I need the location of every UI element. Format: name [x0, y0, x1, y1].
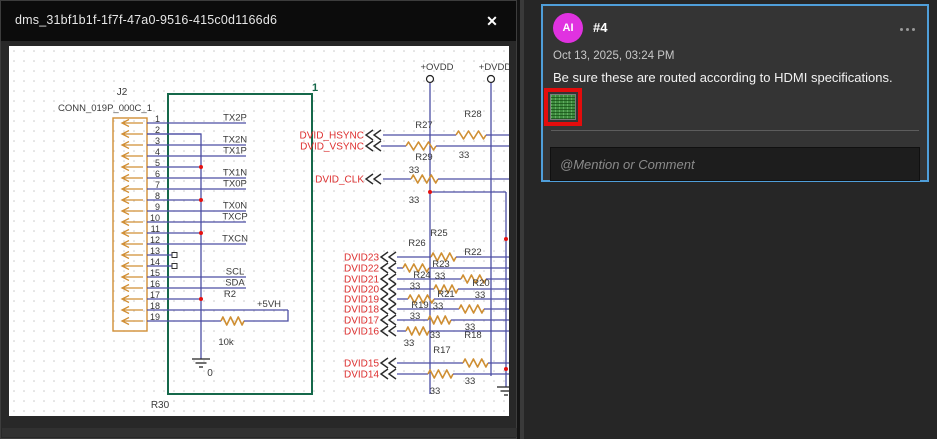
- svg-text:33: 33: [433, 301, 444, 312]
- svg-text:CONN_019P_000C_1: CONN_019P_000C_1: [58, 103, 152, 114]
- svg-text:+5VH: +5VH: [257, 299, 281, 310]
- svg-text:R24: R24: [413, 270, 430, 281]
- svg-text:SDA: SDA: [225, 278, 245, 289]
- svg-text:R17: R17: [433, 345, 450, 356]
- svg-text:TX1N: TX1N: [223, 168, 247, 179]
- svg-text:33: 33: [435, 271, 446, 282]
- svg-text:+OVDD: +OVDD: [421, 62, 454, 73]
- svg-text:R18: R18: [464, 330, 481, 341]
- svg-text:R30: R30: [151, 400, 170, 411]
- comment-attachment-thumbnail[interactable]: [544, 88, 582, 126]
- svg-text:1: 1: [312, 82, 318, 94]
- avatar: AI: [553, 13, 583, 43]
- svg-text:DVID_VSYNC: DVID_VSYNC: [300, 142, 364, 153]
- svg-text:DVID_CLK: DVID_CLK: [315, 175, 364, 186]
- svg-text:DVID14: DVID14: [344, 370, 379, 381]
- svg-text:33: 33: [475, 290, 486, 301]
- svg-text:TX0N: TX0N: [223, 201, 247, 212]
- viewer-titlebar: dms_31bf1b1f-1f7f-47a0-9516-415c0d1166d6…: [1, 1, 516, 41]
- svg-text:TX1P: TX1P: [223, 146, 247, 157]
- svg-text:R22: R22: [464, 247, 481, 258]
- viewer-footer: [2, 428, 517, 437]
- svg-text:R25: R25: [430, 228, 447, 239]
- svg-text:33: 33: [410, 281, 421, 292]
- svg-text:R20: R20: [472, 278, 489, 289]
- close-icon[interactable]: ✕: [480, 9, 504, 33]
- svg-text:33: 33: [459, 150, 470, 161]
- svg-text:DVID17: DVID17: [344, 316, 379, 327]
- svg-text:R28: R28: [464, 109, 481, 120]
- svg-text:+DVDD: +DVDD: [479, 62, 509, 73]
- svg-text:R26: R26: [408, 238, 425, 249]
- svg-text:33: 33: [465, 376, 476, 387]
- svg-text:33: 33: [430, 330, 441, 341]
- svg-text:TX2N: TX2N: [223, 135, 247, 146]
- schematic-canvas: 12345678910111213141516171819TX2PTX2NTX1…: [9, 46, 515, 416]
- svg-text:TX0P: TX0P: [223, 179, 247, 190]
- svg-text:33: 33: [404, 338, 415, 349]
- svg-text:R21: R21: [437, 289, 454, 300]
- svg-text:R23: R23: [432, 259, 449, 270]
- svg-text:33: 33: [430, 386, 441, 397]
- schematic-image[interactable]: 1 2 3 4 5 6 7 8 9 10 11 12 13 14 15 16 17 18 19 TX2P TX2N TX1…: [9, 46, 515, 416]
- svg-text:DVID18: DVID18: [344, 305, 379, 316]
- card-divider: [551, 130, 919, 131]
- svg-text:33: 33: [409, 165, 420, 176]
- comment-card: AI #4 Oct 13, 2025, 03:24 PM Be sure the…: [541, 4, 929, 182]
- svg-text:SCL: SCL: [226, 267, 244, 278]
- schematic-viewer-window: dms_31bf1b1f-1f7f-47a0-9516-415c0d1166d6…: [0, 0, 517, 439]
- svg-text:TX2P: TX2P: [223, 113, 247, 124]
- viewer-title: dms_31bf1b1f-1f7f-47a0-9516-415c0d1166d6: [15, 13, 278, 27]
- svg-text:DVID23: DVID23: [344, 253, 379, 264]
- svg-text:TXCN: TXCN: [222, 234, 248, 245]
- svg-text:TXCP: TXCP: [222, 212, 247, 223]
- attachment-image: [550, 94, 576, 120]
- comment-id: #4: [593, 20, 608, 35]
- svg-text:DVID15: DVID15: [344, 359, 379, 370]
- svg-text:J2: J2: [117, 87, 128, 98]
- comments-panel: AI #4 Oct 13, 2025, 03:24 PM Be sure the…: [524, 0, 937, 439]
- svg-text:R19: R19: [411, 300, 428, 311]
- comment-body: Be sure these are routed according to HD…: [553, 70, 893, 85]
- svg-text:33: 33: [410, 311, 421, 322]
- comment-timestamp: Oct 13, 2025, 03:24 PM: [553, 50, 675, 62]
- svg-text:DVID22: DVID22: [344, 264, 379, 275]
- svg-text:0: 0: [207, 368, 213, 379]
- svg-text:10k: 10k: [218, 337, 234, 348]
- comment-input[interactable]: [550, 147, 920, 181]
- svg-text:DVID_HSYNC: DVID_HSYNC: [300, 131, 364, 142]
- svg-text:33: 33: [409, 195, 420, 206]
- svg-text:R27: R27: [415, 120, 432, 131]
- svg-text:R29: R29: [415, 152, 432, 163]
- svg-text:R2: R2: [224, 289, 236, 300]
- comment-menu-icon[interactable]: [900, 28, 915, 31]
- svg-text:DVID16: DVID16: [344, 327, 379, 338]
